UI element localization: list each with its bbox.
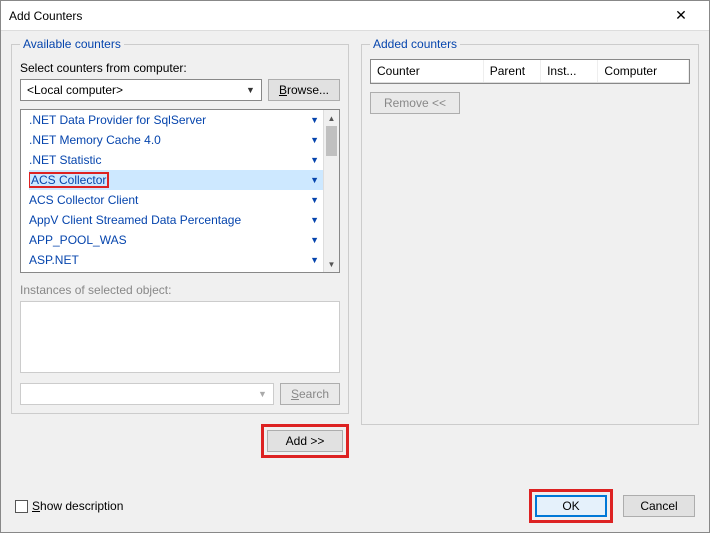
added-fieldset: Added counters Counter Parent Inst... Co… <box>361 37 699 425</box>
add-button[interactable]: Add >> <box>267 430 343 452</box>
added-list[interactable]: Counter Parent Inst... Computer <box>370 59 690 84</box>
chevron-down-icon[interactable]: ▼ <box>310 215 319 225</box>
chevron-down-icon: ▼ <box>258 389 267 399</box>
counter-item[interactable]: .NET Memory Cache 4.0 ▼ <box>29 130 323 150</box>
available-fieldset: Available counters Select counters from … <box>11 37 349 414</box>
added-legend: Added counters <box>370 37 460 51</box>
computer-combo[interactable]: <Local computer> ▼ <box>20 79 262 101</box>
counter-item-label: ASP.NET <box>29 253 79 267</box>
add-highlight: Add >> <box>261 424 349 458</box>
search-combo[interactable]: ▼ <box>20 383 274 405</box>
available-panel: Available counters Select counters from … <box>11 37 349 478</box>
added-header: Counter Parent Inst... Computer <box>371 60 689 83</box>
counter-item-label: ACS Collector Client <box>29 193 138 207</box>
counter-item[interactable]: .NET Statistic ▼ <box>29 150 323 170</box>
counter-item[interactable]: ACS Collector ▼ <box>29 170 323 190</box>
show-description-checkbox[interactable]: Show description <box>15 499 123 513</box>
instances-list[interactable] <box>20 301 340 373</box>
select-computer-label: Select counters from computer: <box>20 61 340 75</box>
ok-button[interactable]: OK <box>535 495 607 517</box>
added-panel: Added counters Counter Parent Inst... Co… <box>361 37 699 478</box>
counter-item-label: ACS Collector <box>29 172 108 188</box>
close-icon[interactable]: ✕ <box>661 7 701 24</box>
cancel-button[interactable]: Cancel <box>623 495 695 517</box>
counter-item-label: .NET Statistic <box>29 153 101 167</box>
col-parent[interactable]: Parent <box>484 60 541 82</box>
computer-combo-value: <Local computer> <box>27 83 123 97</box>
show-description-label: Show description <box>32 499 123 513</box>
scroll-thumb[interactable] <box>326 126 337 156</box>
counter-item[interactable]: ACS Collector Client ▼ <box>29 190 323 210</box>
counter-item[interactable]: AppV Client Streamed Data Percentage ▼ <box>29 210 323 230</box>
instances-label: Instances of selected object: <box>20 283 340 297</box>
scroll-down-icon[interactable]: ▼ <box>324 256 339 272</box>
counter-item-label: APP_POOL_WAS <box>29 233 127 247</box>
counter-list[interactable]: .NET Data Provider for SqlServer▼.NET Me… <box>20 109 340 273</box>
counter-item-label: .NET Memory Cache 4.0 <box>29 133 161 147</box>
chevron-down-icon[interactable]: ▼ <box>310 255 319 265</box>
chevron-down-icon: ▼ <box>246 85 255 95</box>
dialog-footer: Show description OK Cancel <box>1 480 709 532</box>
remove-button: Remove << <box>370 92 460 114</box>
col-counter[interactable]: Counter <box>371 60 484 82</box>
browse-button[interactable]: Browse... <box>268 79 340 101</box>
counter-item[interactable]: APP_POOL_WAS ▼ <box>29 230 323 250</box>
col-computer[interactable]: Computer <box>598 60 689 82</box>
chevron-down-icon[interactable]: ▼ <box>310 155 319 165</box>
chevron-down-icon[interactable]: ▼ <box>310 115 319 125</box>
available-legend: Available counters <box>20 37 124 51</box>
dialog-content: Available counters Select counters from … <box>1 31 709 480</box>
search-button: Search <box>280 383 340 405</box>
window-title: Add Counters <box>9 9 661 23</box>
chevron-down-icon[interactable]: ▼ <box>310 175 319 185</box>
counter-item[interactable]: .NET Data Provider for SqlServer ▼ <box>29 110 323 130</box>
counter-item[interactable]: ASP.NET ▼ <box>29 250 323 270</box>
scrollbar[interactable]: ▲ ▼ <box>323 110 339 272</box>
counter-item-label: AppV Client Streamed Data Percentage <box>29 213 241 227</box>
add-counters-dialog: Add Counters ✕ Available counters Select… <box>0 0 710 533</box>
counter-item-label: .NET Data Provider for SqlServer <box>29 113 206 127</box>
chevron-down-icon[interactable]: ▼ <box>310 235 319 245</box>
scroll-up-icon[interactable]: ▲ <box>324 110 339 126</box>
col-inst[interactable]: Inst... <box>541 60 598 82</box>
titlebar: Add Counters ✕ <box>1 1 709 31</box>
ok-highlight: OK <box>529 489 613 523</box>
checkbox-icon <box>15 500 28 513</box>
chevron-down-icon[interactable]: ▼ <box>310 135 319 145</box>
chevron-down-icon[interactable]: ▼ <box>310 195 319 205</box>
